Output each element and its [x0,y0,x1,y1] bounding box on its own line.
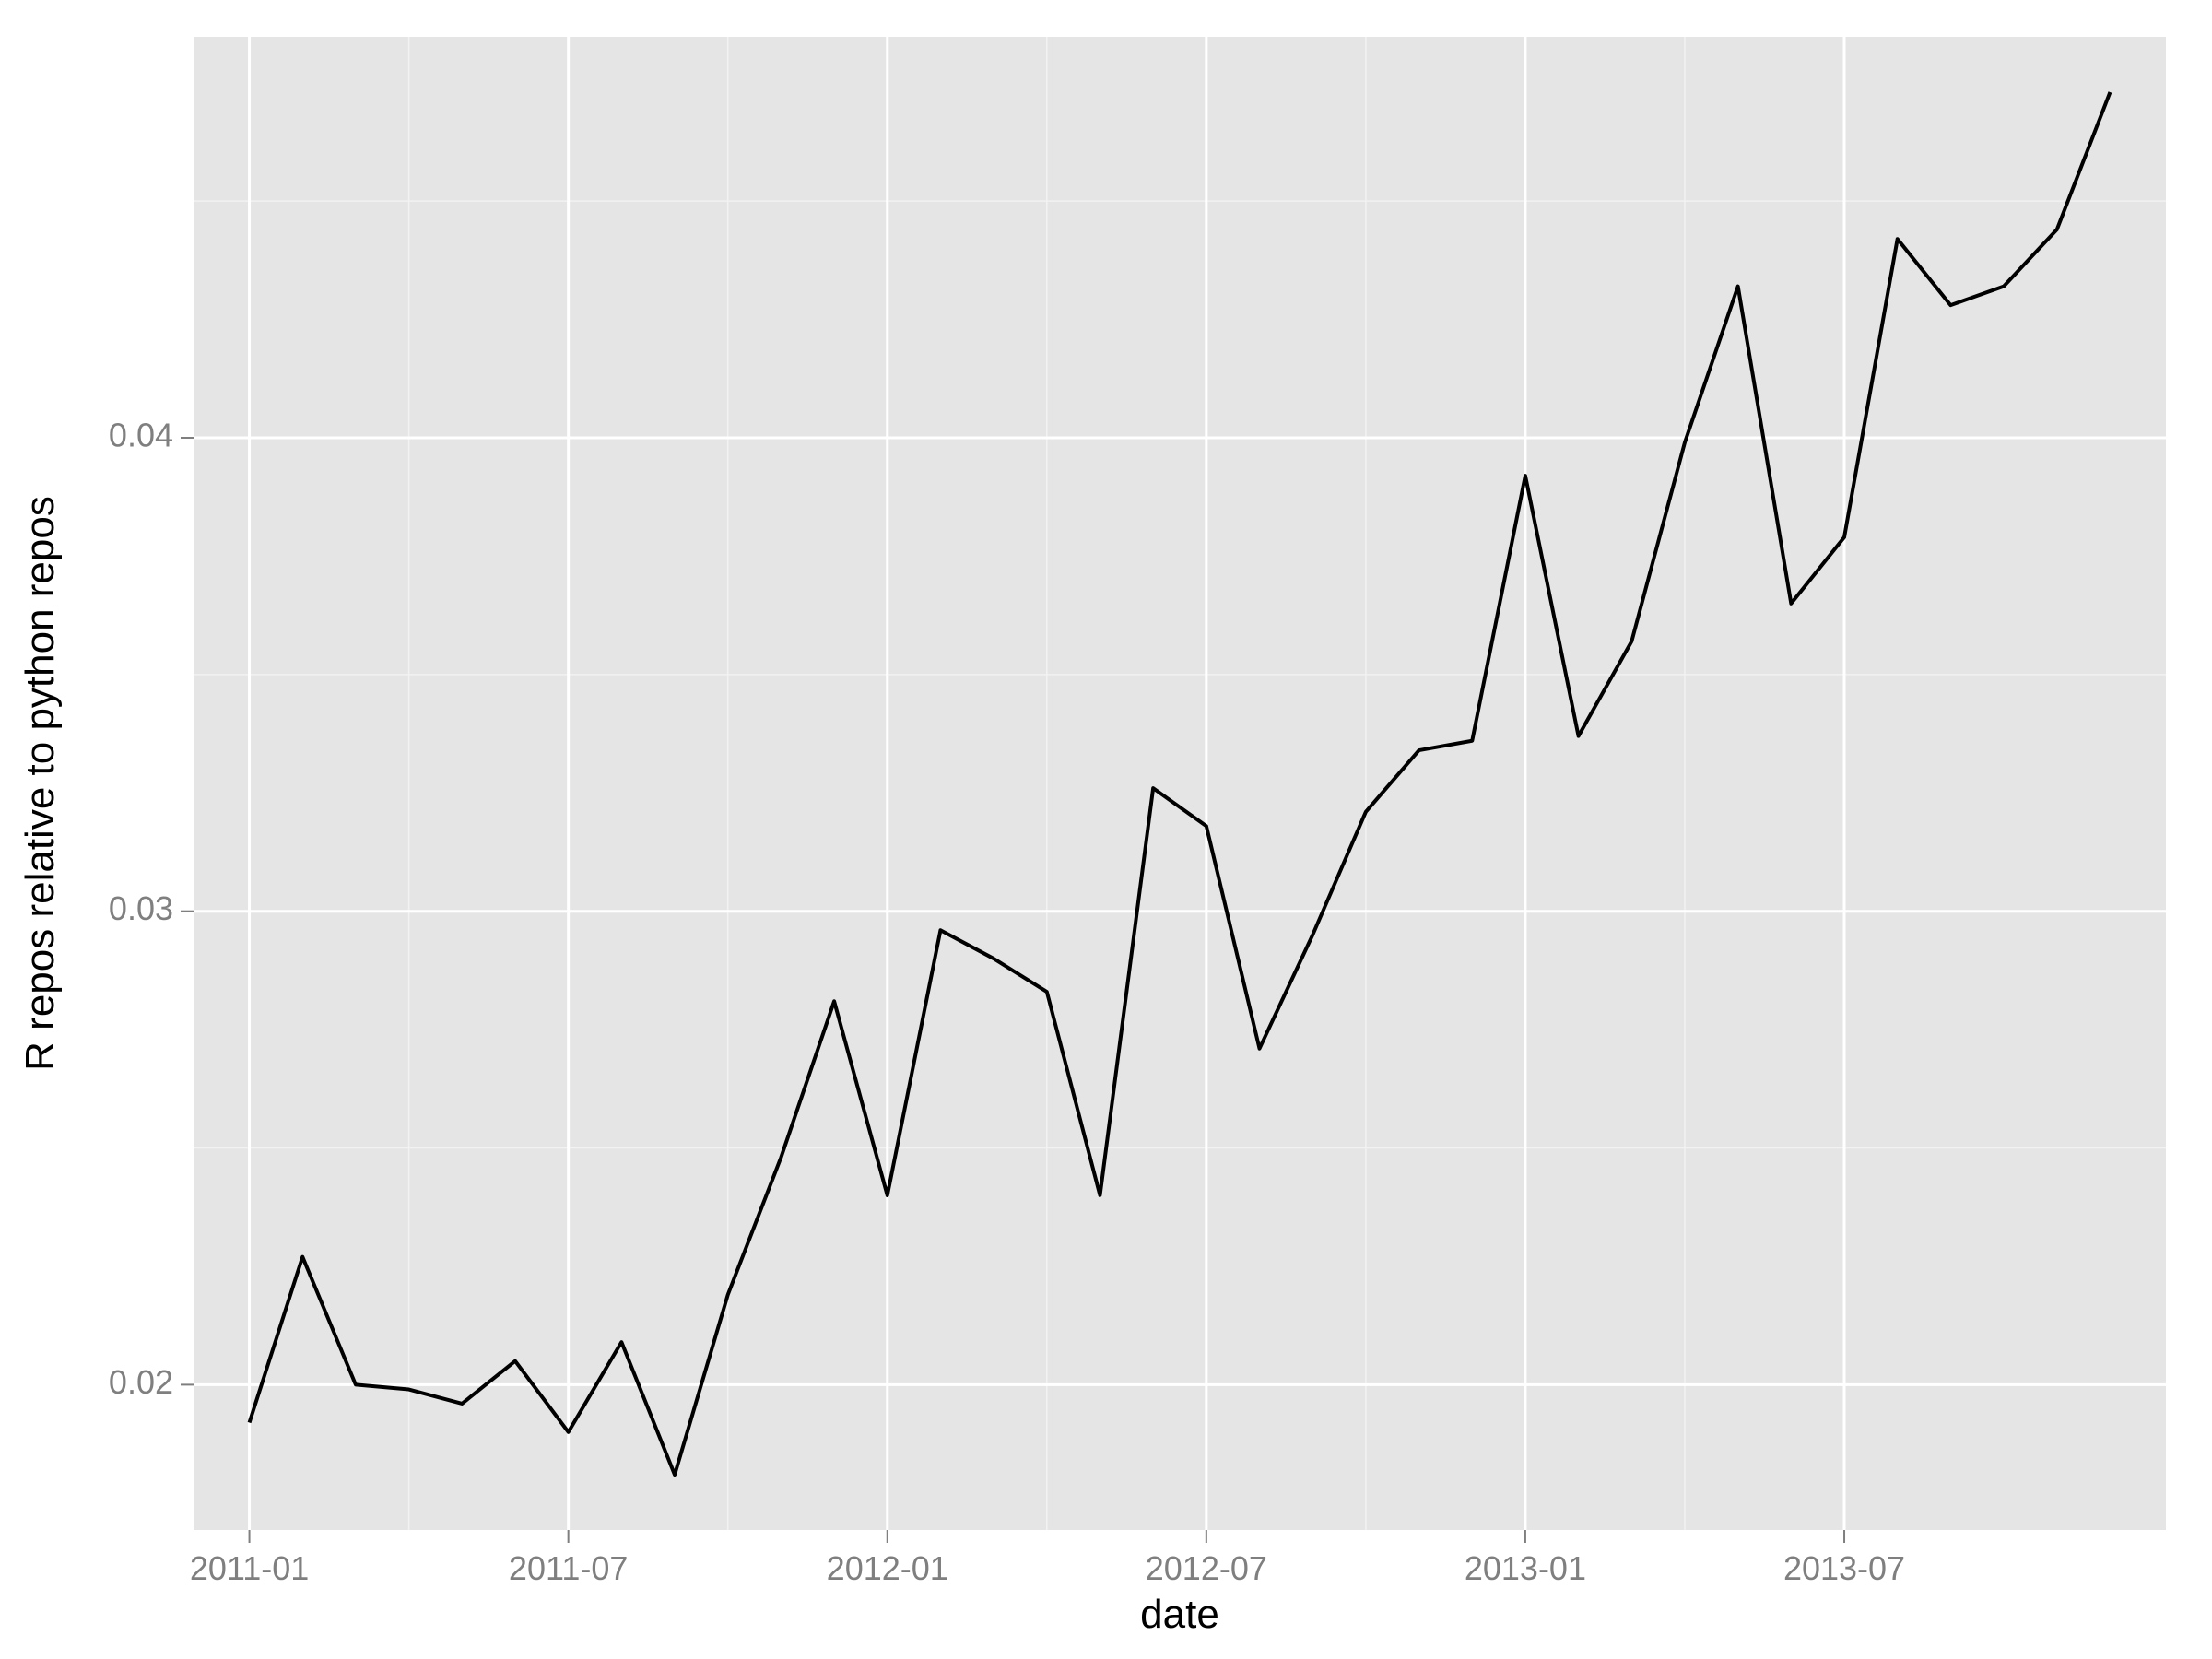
x-tick-label: 2012-07 [1146,1549,1267,1587]
plot-panel [194,37,2166,1530]
x-tick-label: 2012-01 [827,1549,948,1587]
y-tick-label: 0.04 [109,417,173,454]
y-tick-label: 0.02 [109,1363,173,1401]
x-tick-label: 2013-01 [1465,1549,1586,1587]
y-tick-label: 0.03 [109,889,173,927]
x-tick-label: 2013-07 [1783,1549,1905,1587]
x-axis-title: date [1140,1592,1219,1637]
line-chart: 0.02 0.03 0.04 2011-01 2011-07 2012-01 2012-07… [0,0,2212,1659]
y-axis-title: R repos relative to python repos [18,496,63,1071]
x-tick-label: 2011-01 [190,1549,309,1587]
x-tick-label: 2011-07 [509,1549,628,1587]
chart-container: 0.02 0.03 0.04 2011-01 2011-07 2012-01 2012-07… [0,0,2212,1659]
